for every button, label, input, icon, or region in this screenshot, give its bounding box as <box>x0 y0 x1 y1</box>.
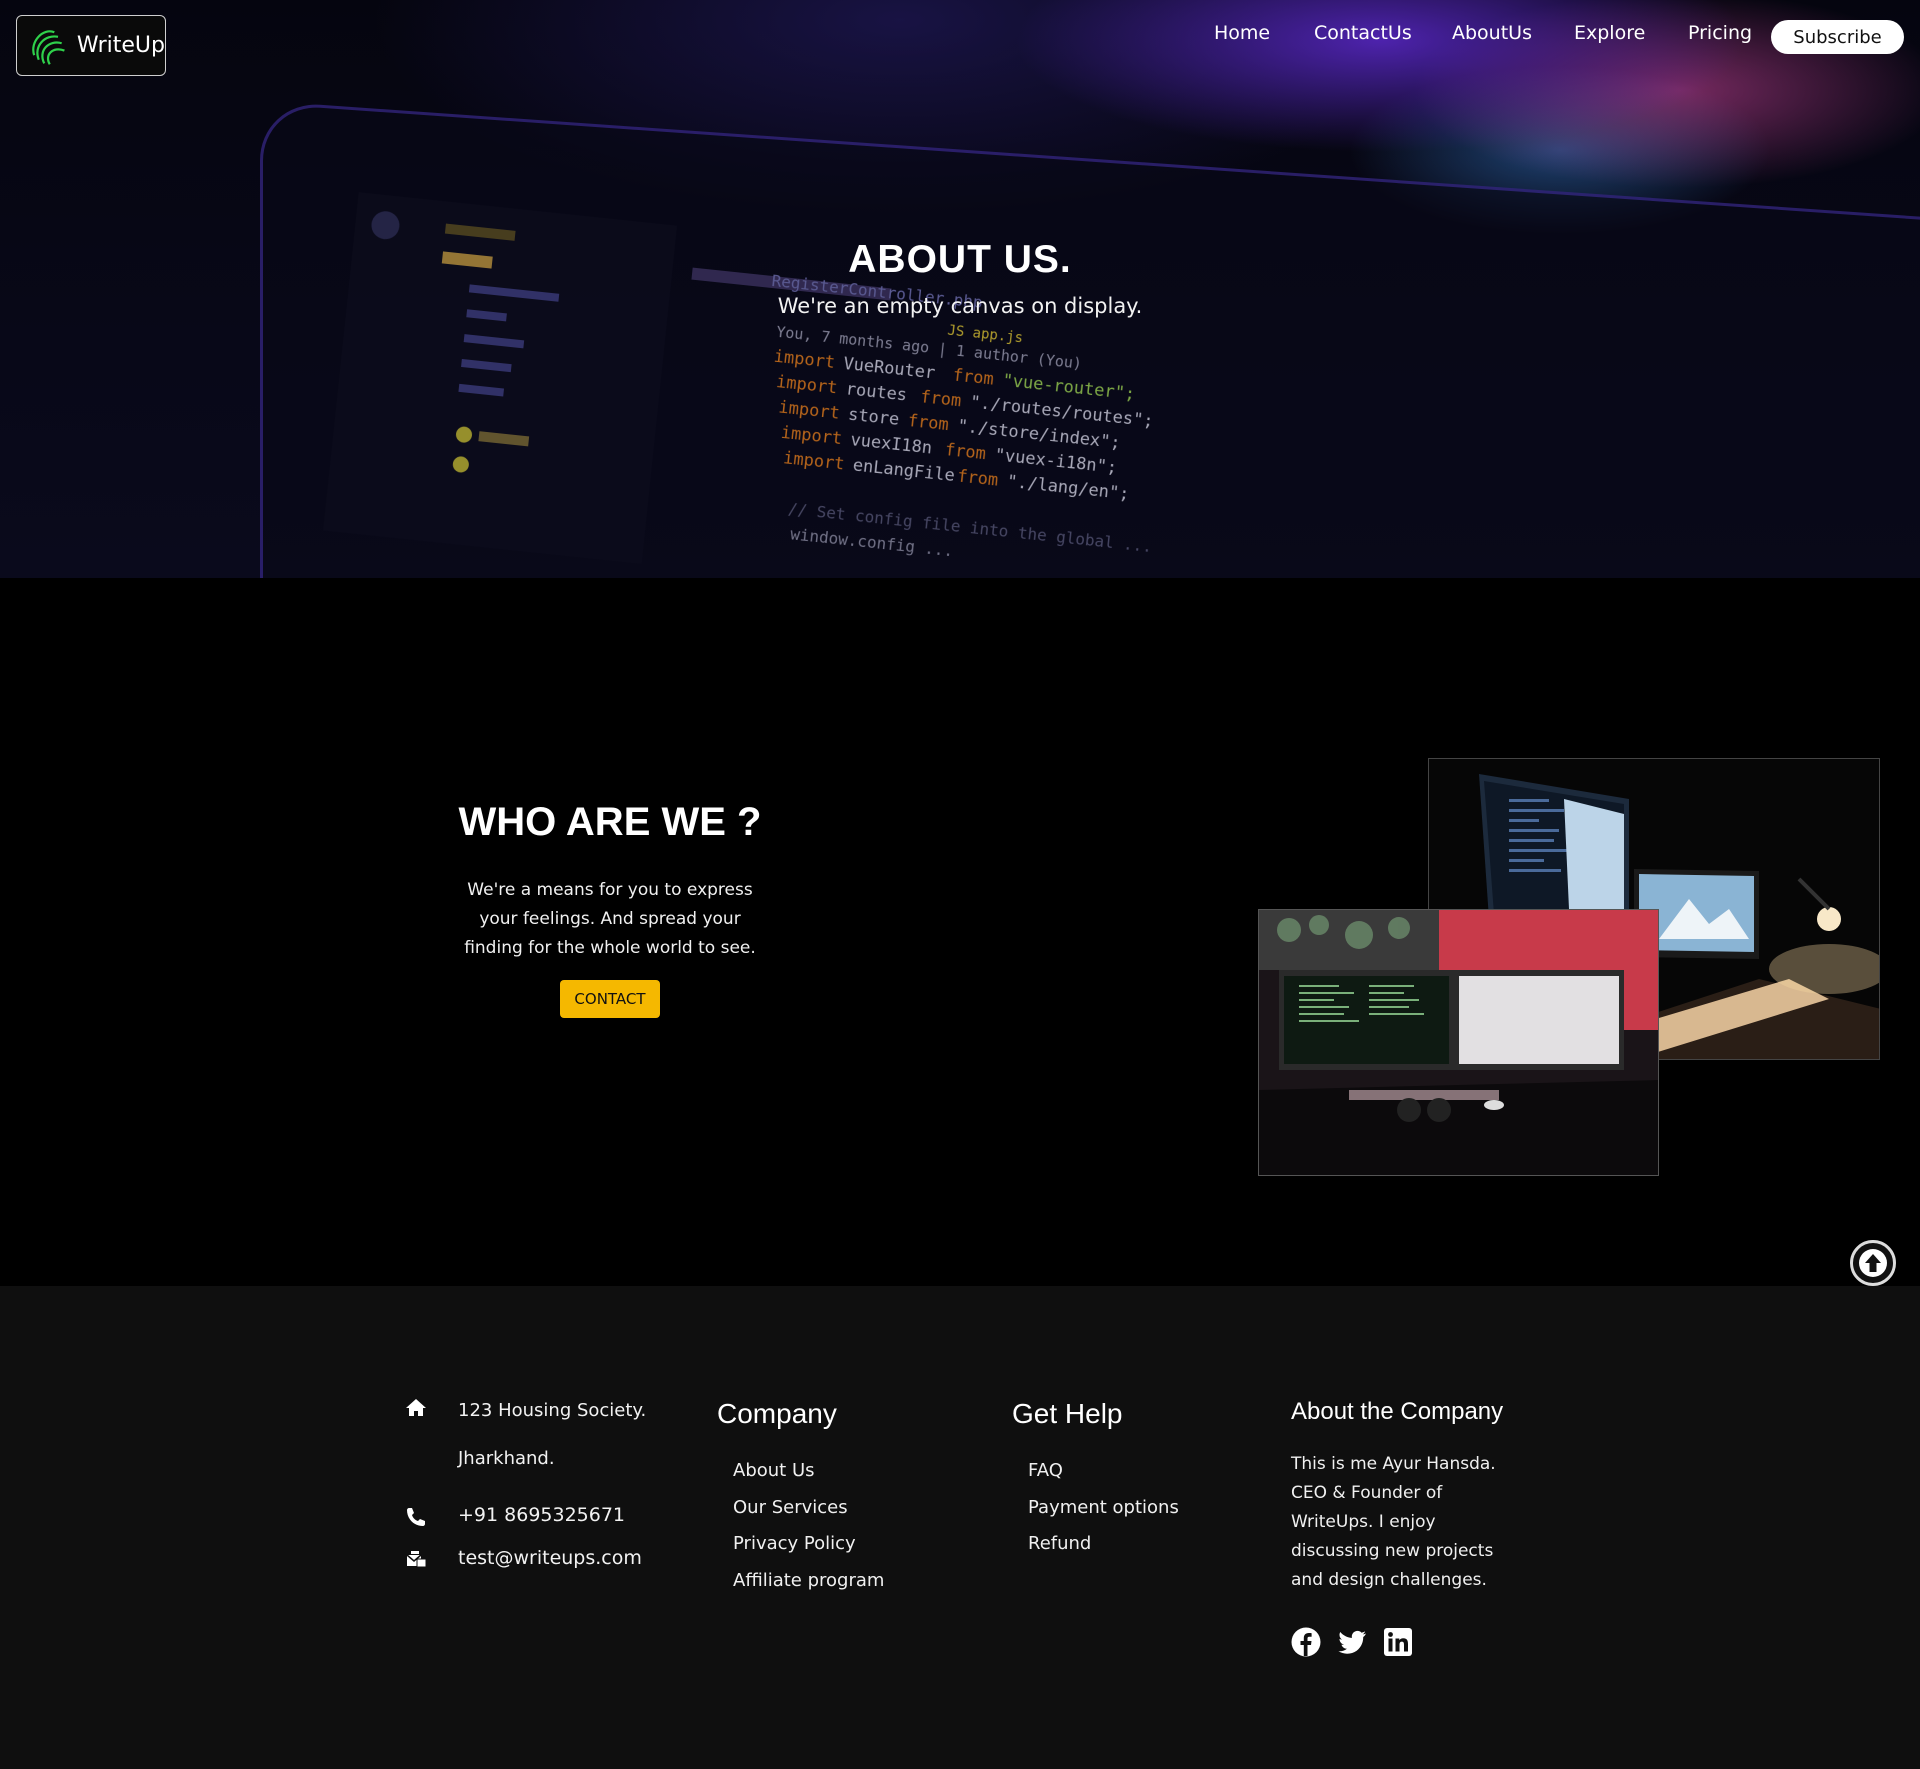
svg-text:store: store <box>847 405 900 430</box>
logo-text: WriteUp <box>76 33 165 58</box>
svg-text:routes: routes <box>845 379 908 405</box>
svg-text:import: import <box>780 423 843 449</box>
facebook-icon[interactable] <box>1291 1627 1321 1657</box>
address-line-1: 123 Housing Society. <box>458 1400 647 1421</box>
desk-photo-front-graphic <box>1259 910 1658 1175</box>
about-company-line: CEO & Founder of <box>1291 1483 1443 1503</box>
about-company-line: WriteUps. I enjoy <box>1291 1512 1436 1532</box>
svg-text:import: import <box>778 397 841 423</box>
hero-code-background: RegisterController.php JS app.js You, 7 … <box>323 192 1154 564</box>
nav-aboutus-link[interactable]: AboutUs <box>1452 22 1532 44</box>
footer-link-our-services[interactable]: Our Services <box>733 1497 848 1518</box>
svg-text:import: import <box>773 347 836 373</box>
svg-text:VueRouter: VueRouter <box>842 354 936 384</box>
svg-text:from: from <box>919 387 962 411</box>
footer-link-faq[interactable]: FAQ <box>1028 1460 1063 1481</box>
nav-home-link[interactable]: Home <box>1214 22 1270 44</box>
about-company-line: This is me Ayur Hansda. <box>1291 1454 1496 1474</box>
svg-text:import: import <box>775 372 838 398</box>
home-icon <box>406 1399 426 1416</box>
who-text-line: your feelings. And spread your <box>479 909 741 929</box>
svg-text:import: import <box>782 448 845 474</box>
nav-pricing-link[interactable]: Pricing <box>1688 22 1752 44</box>
linkedin-icon[interactable] <box>1383 1627 1413 1657</box>
mail-icon <box>406 1551 427 1568</box>
footer-link-about-us[interactable]: About Us <box>733 1460 815 1481</box>
about-company-heading: About the Company <box>1291 1398 1504 1425</box>
desk-photo-front <box>1258 909 1659 1176</box>
svg-text:from: from <box>956 466 999 490</box>
who-are-we-title: WHO ARE WE ? <box>458 800 762 844</box>
company-heading: Company <box>717 1398 837 1429</box>
twitter-icon[interactable] <box>1337 1627 1367 1657</box>
subscribe-button[interactable]: Subscribe <box>1771 20 1904 54</box>
phone-icon <box>407 1508 425 1526</box>
footer-link-affiliate-program[interactable]: Affiliate program <box>733 1570 884 1591</box>
svg-text:from: from <box>944 440 987 464</box>
hero-subtitle: We're an empty canvas on display. <box>777 294 1143 318</box>
about-company-text: This is me Ayur Hansda. CEO & Founder of… <box>1291 1450 1521 1595</box>
hero-section: RegisterController.php JS app.js You, 7 … <box>0 0 1920 578</box>
nav-explore-link[interactable]: Explore <box>1574 22 1645 44</box>
about-company-line: discussing new projects <box>1291 1541 1494 1561</box>
who-text-line: finding for the whole world to see. <box>464 938 756 958</box>
svg-text:enLangFile: enLangFile <box>852 455 956 486</box>
svg-text:from: from <box>952 365 995 389</box>
get-help-heading: Get Help <box>1012 1398 1123 1429</box>
footer-link-privacy-policy[interactable]: Privacy Policy <box>733 1533 856 1554</box>
contact-button[interactable]: CONTACT <box>560 980 660 1018</box>
hero-title: ABOUT US. <box>848 238 1072 281</box>
footer-link-payment-options[interactable]: Payment options <box>1028 1497 1179 1518</box>
svg-text:from: from <box>907 411 950 435</box>
logo[interactable]: WriteUp <box>16 15 166 76</box>
svg-text:vuexI18n: vuexI18n <box>849 430 933 458</box>
who-text-line: We're a means for you to express <box>467 880 753 900</box>
scroll-to-top-button[interactable] <box>1850 1240 1896 1286</box>
address-line-2: Jharkhand. <box>458 1448 555 1469</box>
nav-contactus-link[interactable]: ContactUs <box>1314 22 1412 44</box>
about-company-line: and design challenges. <box>1291 1570 1487 1590</box>
logo-swirl-icon <box>32 29 65 65</box>
email-address[interactable]: test@writeups.com <box>458 1547 642 1569</box>
arrow-up-icon <box>1859 1249 1887 1277</box>
footer-link-refund[interactable]: Refund <box>1028 1533 1091 1554</box>
phone-number[interactable]: +91 8695325671 <box>458 1504 625 1526</box>
footer <box>0 1286 1920 1769</box>
who-are-we-text: We're a means for you to express your fe… <box>460 876 760 963</box>
